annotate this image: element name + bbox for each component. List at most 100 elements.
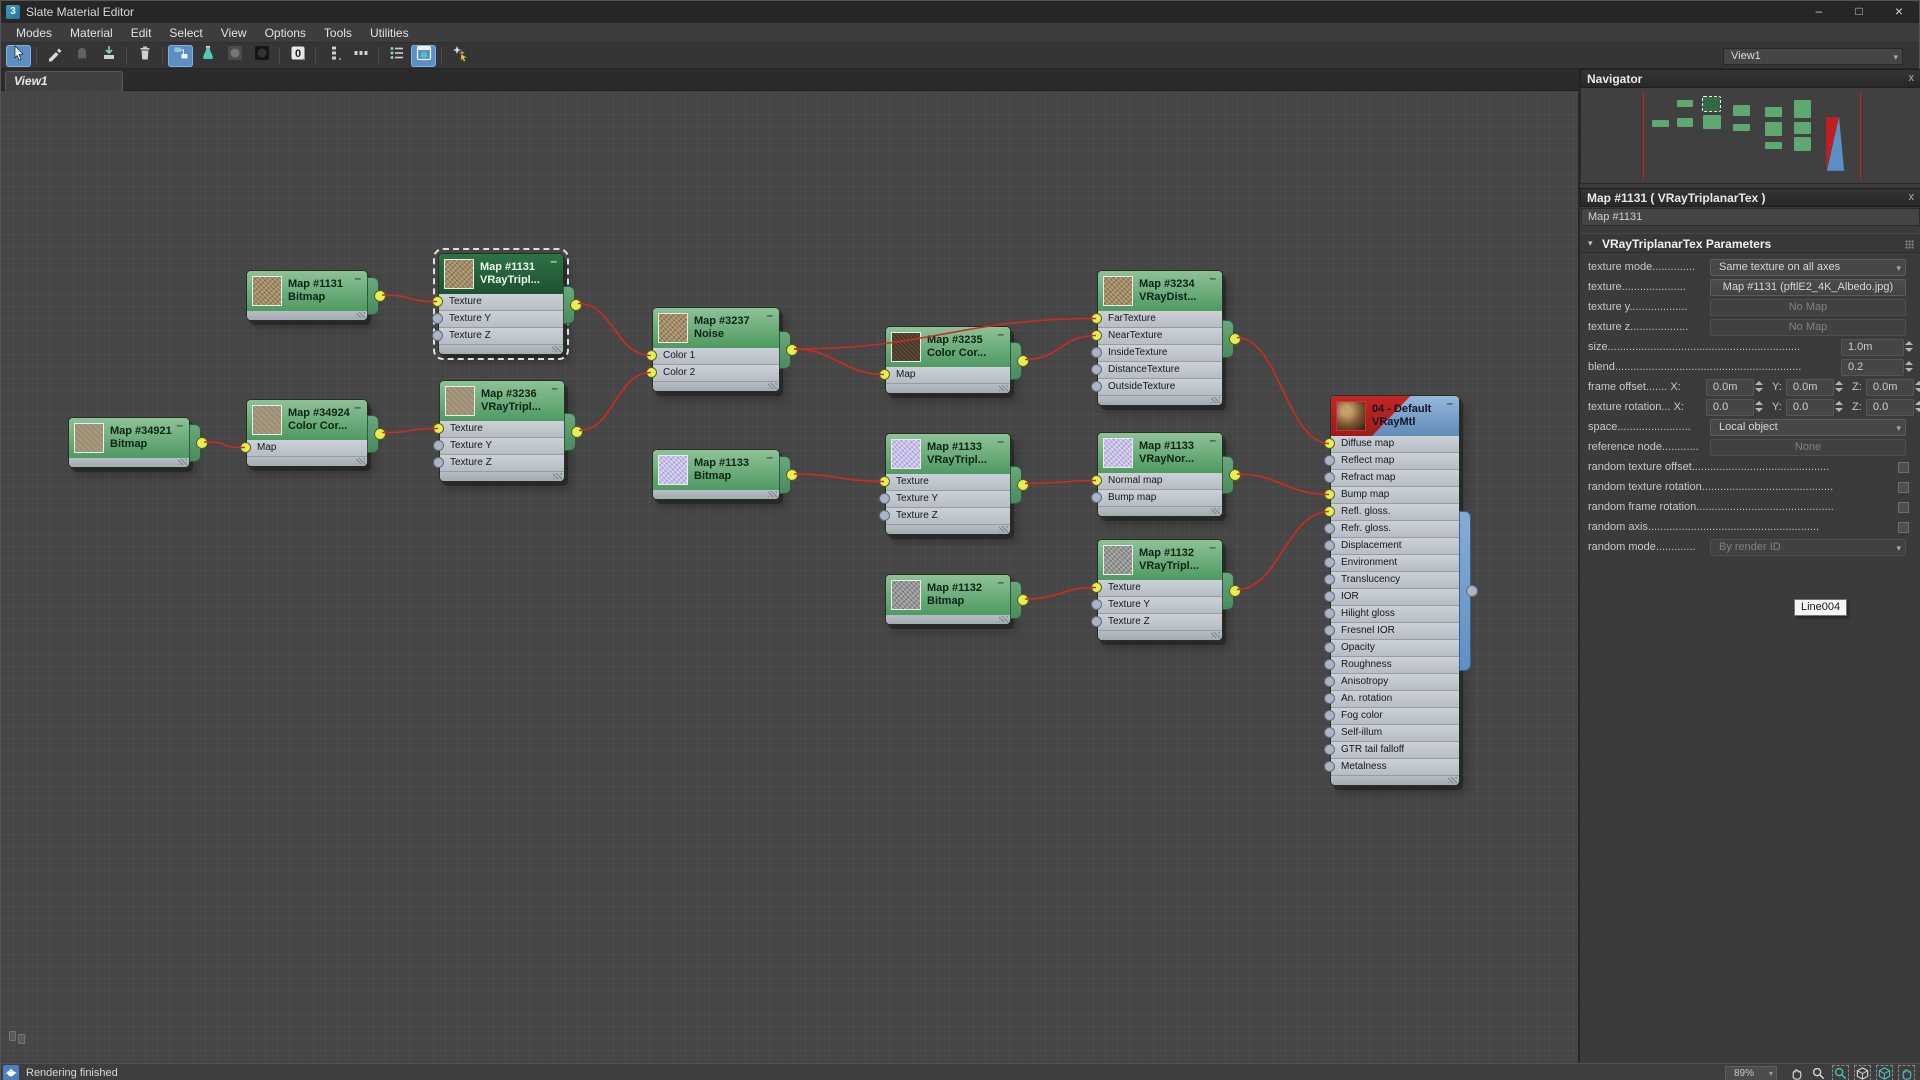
node-t1131[interactable]: Map #1131VRayTripl...–TextureTexture YTe… xyxy=(438,253,564,355)
tab-view1[interactable]: View1 xyxy=(5,71,123,91)
output-socket-icon[interactable] xyxy=(1017,594,1029,606)
node-slot-bump-map[interactable]: Bump map xyxy=(1098,490,1222,507)
input-socket-icon[interactable] xyxy=(433,440,444,451)
select-tool-button[interactable] xyxy=(6,45,31,67)
node-resize-footer[interactable] xyxy=(247,311,367,320)
node-slot-color-1[interactable]: Color 1 xyxy=(653,348,779,365)
zoom-level-dropdown[interactable]: 89% ▾ xyxy=(1725,1066,1777,1080)
param-dropdown[interactable]: By render ID▾ xyxy=(1710,539,1906,556)
node-resize-footer[interactable] xyxy=(886,525,1010,534)
node-resize-footer[interactable] xyxy=(886,615,1010,624)
node-slot-texture[interactable]: Texture xyxy=(1098,580,1222,597)
node-n3237[interactable]: Map #3237Noise–Color 1Color 2 xyxy=(652,307,780,392)
node-slot-map[interactable]: Map xyxy=(886,367,1010,384)
node-header[interactable]: Map #34924Color Cor...– xyxy=(247,400,367,440)
node-slot-fresnel-ior[interactable]: Fresnel IOR xyxy=(1331,623,1459,640)
node-slot-reflect-map[interactable]: Reflect map xyxy=(1331,453,1459,470)
input-socket-icon[interactable] xyxy=(1091,364,1102,375)
input-socket-icon[interactable] xyxy=(1091,347,1102,358)
node-slot-refract-map[interactable]: Refract map xyxy=(1331,470,1459,487)
node-slot-opacity[interactable]: Opacity xyxy=(1331,640,1459,657)
node-b1132[interactable]: Map #1132Bitmap– xyxy=(885,574,1011,625)
output-socket-icon[interactable] xyxy=(374,428,386,440)
node-slot-texture-z[interactable]: Texture Z xyxy=(886,508,1010,525)
node-header[interactable]: Map #1133Bitmap– xyxy=(653,450,779,490)
input-socket-icon[interactable] xyxy=(1091,492,1102,503)
input-socket-icon[interactable] xyxy=(646,350,657,361)
param-value-field[interactable]: 1.0m xyxy=(1841,339,1904,356)
menu-select[interactable]: Select xyxy=(160,24,211,42)
node-minimize-icon[interactable]: – xyxy=(1446,396,1453,410)
inspector-close-icon[interactable]: x xyxy=(1909,191,1915,203)
pick-material-from-object-button[interactable] xyxy=(42,45,67,67)
node-slot-an-rotation[interactable]: An. rotation xyxy=(1331,691,1459,708)
material-id-channel-button[interactable] xyxy=(384,45,409,67)
node-minimize-icon[interactable]: – xyxy=(176,418,183,432)
input-socket-icon[interactable] xyxy=(1091,599,1102,610)
input-socket-icon[interactable] xyxy=(1324,659,1335,670)
input-socket-icon[interactable] xyxy=(1091,381,1102,392)
node-minimize-icon[interactable]: – xyxy=(1209,433,1216,447)
spinner-arrows-icon[interactable] xyxy=(1903,338,1914,355)
node-t1133[interactable]: Map #1133VRayTripl...–TextureTexture YTe… xyxy=(885,433,1011,535)
input-socket-icon[interactable] xyxy=(879,510,890,521)
node-header[interactable]: Map #3234VRayDist...– xyxy=(1098,271,1222,311)
menu-edit[interactable]: Edit xyxy=(122,24,161,42)
input-socket-icon[interactable] xyxy=(1324,608,1335,619)
assign-material-to-selection-button[interactable] xyxy=(195,45,220,67)
output-socket-icon[interactable] xyxy=(196,437,208,449)
node-slot-ior[interactable]: IOR xyxy=(1331,589,1459,606)
node-slot-texture-y[interactable]: Texture Y xyxy=(439,311,563,328)
menu-options[interactable]: Options xyxy=(256,24,315,42)
spinner-arrows-icon[interactable] xyxy=(1903,358,1914,375)
show-background-dim-button[interactable] xyxy=(222,45,247,67)
layout-children-button[interactable] xyxy=(321,45,346,67)
node-minimize-icon[interactable]: – xyxy=(997,434,1004,448)
param-value-field[interactable]: 0.0m xyxy=(1706,379,1754,396)
node-b34921[interactable]: Map #34921Bitmap– xyxy=(68,417,190,468)
node-slot-texture-z[interactable]: Texture Z xyxy=(439,328,563,345)
node-slot-neartexture[interactable]: NearTexture xyxy=(1098,328,1222,345)
menu-material[interactable]: Material xyxy=(61,24,122,42)
input-socket-icon[interactable] xyxy=(1324,625,1335,636)
navigator-title-bar[interactable]: Navigator x xyxy=(1580,69,1920,88)
node-header[interactable]: Map #3237Noise– xyxy=(653,308,779,348)
node-header[interactable]: Map #3235Color Cor...– xyxy=(886,327,1010,367)
param-value-field[interactable]: 0.0 xyxy=(1866,399,1914,416)
node-slot-texture-y[interactable]: Texture Y xyxy=(1098,597,1222,614)
node-header[interactable]: 04 - DefaultVRayMtl– xyxy=(1331,396,1459,436)
connection-wire[interactable] xyxy=(1237,474,1329,495)
param-checkbox[interactable] xyxy=(1898,522,1909,533)
node-t1132[interactable]: Map #1132VRayTripl...–TextureTexture YTe… xyxy=(1097,539,1223,641)
zoom-tool-icon[interactable] xyxy=(1810,1065,1827,1080)
close-button[interactable]: × xyxy=(1879,1,1919,23)
node-thumbnail[interactable] xyxy=(74,423,104,453)
input-socket-icon[interactable] xyxy=(240,442,251,453)
connection-wire[interactable] xyxy=(579,373,651,431)
input-socket-icon[interactable] xyxy=(1091,313,1102,324)
input-socket-icon[interactable] xyxy=(1324,438,1335,449)
spinner-arrows-icon[interactable] xyxy=(1833,378,1844,395)
node-slot-fartexture[interactable]: FarTexture xyxy=(1098,311,1222,328)
node-resize-footer[interactable] xyxy=(1098,396,1222,405)
layout-all-button[interactable] xyxy=(348,45,373,67)
parameters-rollout-header[interactable]: ▾ VRayTriplanarTex Parameters xyxy=(1580,233,1920,253)
param-checkbox[interactable] xyxy=(1898,462,1909,473)
connection-wire[interactable] xyxy=(1237,512,1329,590)
node-slot-texture-y[interactable]: Texture Y xyxy=(886,491,1010,508)
node-slot-map[interactable]: Map xyxy=(247,440,367,457)
node-slot-fog-color[interactable]: Fog color xyxy=(1331,708,1459,725)
navigator-minimap[interactable] xyxy=(1580,88,1920,184)
node-thumbnail[interactable] xyxy=(252,276,282,306)
param-value-field[interactable]: 0.0m xyxy=(1786,379,1834,396)
node-nor1133[interactable]: Map #1133VRayNor...–Normal mapBump map xyxy=(1097,432,1223,517)
connection-wire[interactable] xyxy=(1025,336,1096,360)
node-slot-gtr-tail-falloff[interactable]: GTR tail falloff xyxy=(1331,742,1459,759)
zoom-region-icon[interactable] xyxy=(1832,1065,1849,1080)
output-socket-icon[interactable] xyxy=(786,469,798,481)
node-b1131[interactable]: Map #1131Bitmap– xyxy=(246,270,368,321)
output-socket-icon[interactable] xyxy=(1017,479,1029,491)
input-socket-icon[interactable] xyxy=(1324,761,1335,772)
input-socket-icon[interactable] xyxy=(1091,582,1102,593)
node-thumbnail[interactable] xyxy=(658,313,688,343)
